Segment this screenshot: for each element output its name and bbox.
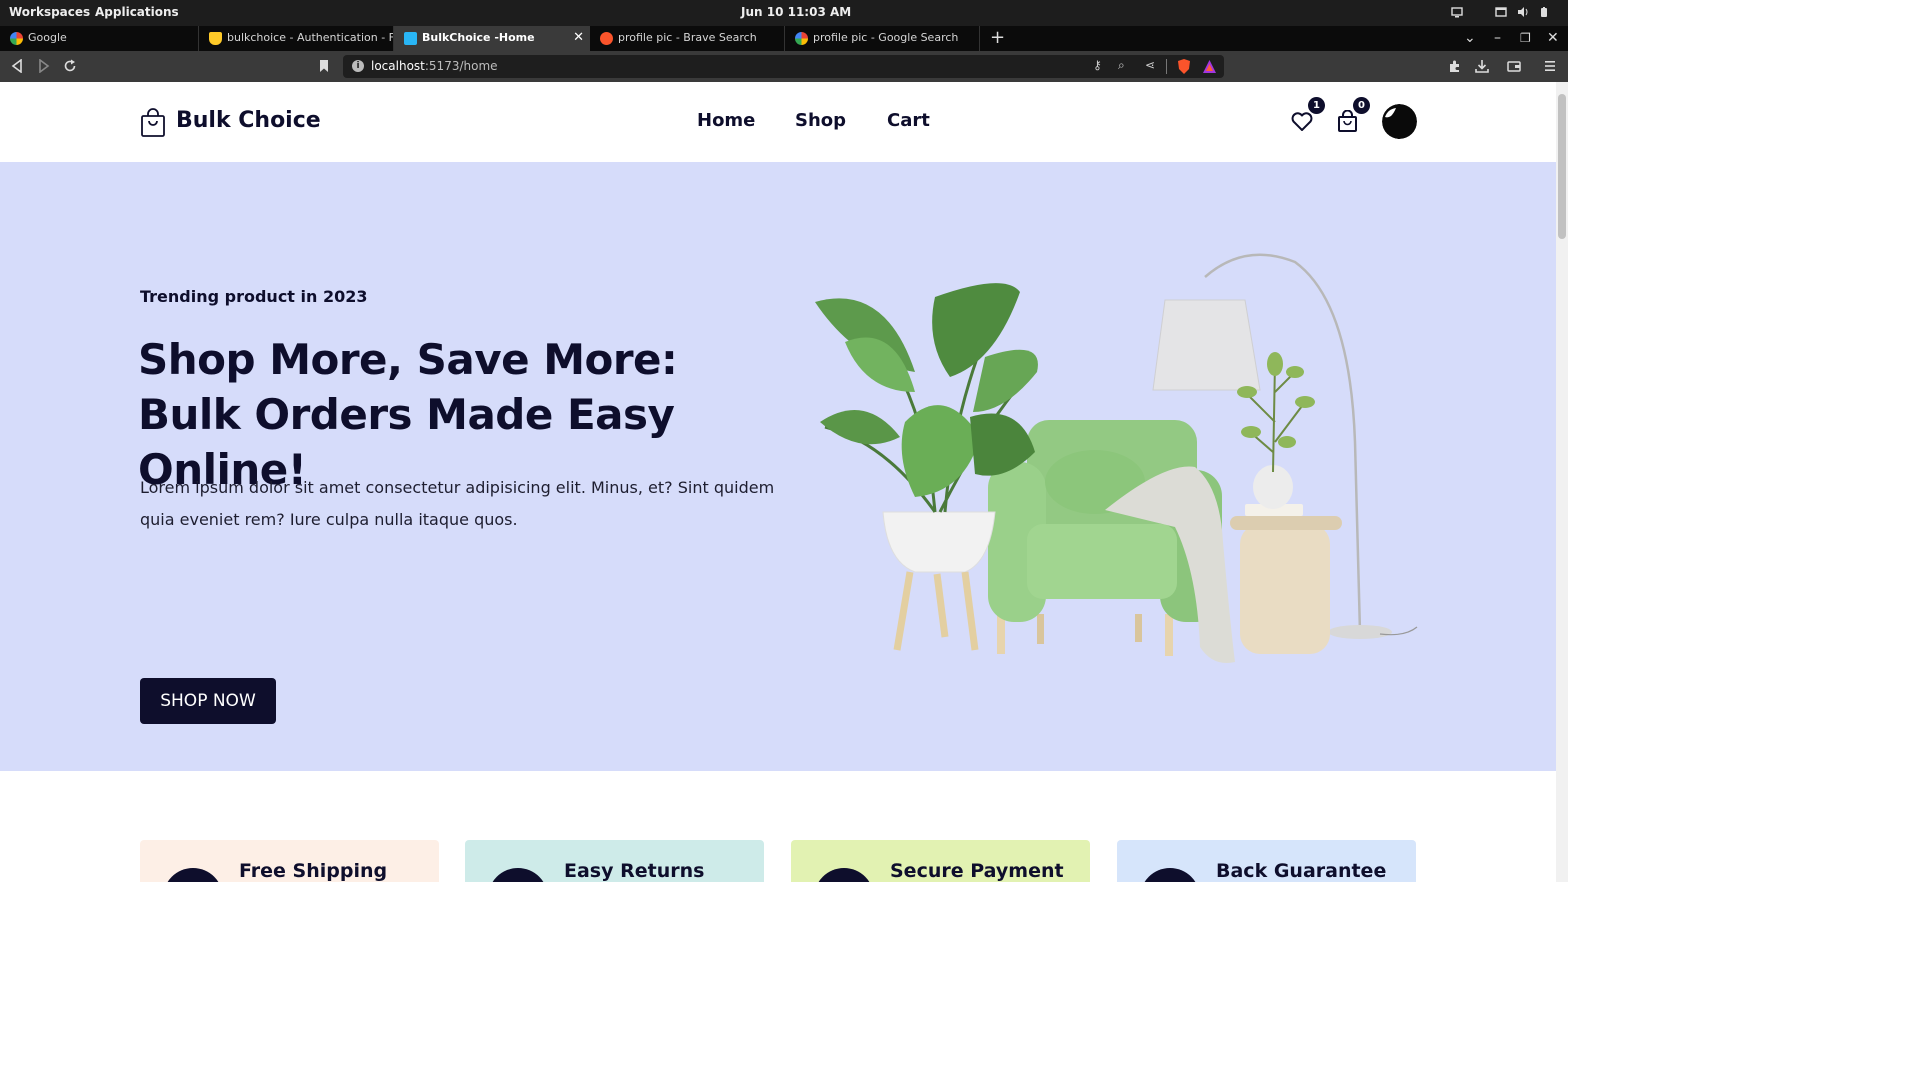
returns-icon [488,868,548,882]
logo-text: Bulk Choice [176,108,321,133]
tab-list-chevron-icon[interactable]: ⌄ [1464,30,1476,46]
url-text[interactable]: localhost:5173/home [371,59,498,73]
site-header: Bulk Choice Home Shop Cart 1 0 [0,82,1556,162]
lamp-shade [1152,299,1261,391]
hero-description: Lorem ipsum dolor sit amet consectetur a… [140,478,775,529]
close-window-icon[interactable]: ✕ [1547,30,1559,46]
secure-payment-icon [814,868,874,882]
wishlist-count-badge: 1 [1308,97,1325,114]
hero-section: Trending product in 2023 Shop More, Save… [0,162,1556,771]
pot-stand [893,571,979,651]
service-title: Back Guarantee [1216,860,1387,882]
menu-icon[interactable] [1544,59,1556,73]
clock[interactable]: Jun 10 11:03 AM [741,5,851,19]
side-table [1240,524,1330,654]
tab-google-search[interactable]: profile pic - Google Search [785,26,980,51]
guarantee-icon [1140,868,1200,882]
tab-label: BulkChoice -Home [422,31,535,44]
minimize-window-icon[interactable]: – [1494,30,1501,46]
shopping-bag-logo-icon [141,108,165,137]
display-icon[interactable] [1451,6,1463,18]
zoom-icon[interactable]: ⌕ [1118,58,1125,73]
tab-label: profile pic - Google Search [813,31,959,44]
service-card-free-shipping: Free Shipping [140,840,439,882]
shop-now-button[interactable]: SHOP NOW [140,678,276,724]
back-icon[interactable] [11,59,23,73]
nav-cart[interactable]: Cart [887,110,930,131]
key-icon[interactable]: ⚷ [1093,58,1102,72]
cart-count-badge: 0 [1353,97,1370,114]
lamp-base [1328,625,1392,639]
extensions-icon[interactable] [1448,59,1462,73]
service-card-back-guarantee: Back Guarantee [1117,840,1416,882]
tab-label: profile pic - Brave Search [618,31,757,44]
hero-furniture-image [815,253,1418,663]
reload-icon[interactable] [63,59,77,73]
applications-menu[interactable]: Applications [95,5,179,19]
tab-google[interactable]: Google [0,26,199,51]
wishlist-heart-icon[interactable] [1291,112,1313,132]
workspaces-menu[interactable]: Workspaces [9,5,90,19]
volume-icon[interactable] [1517,6,1529,18]
close-tab-icon[interactable]: ✕ [573,30,584,45]
battery-icon[interactable] [1538,6,1550,18]
site-icon [404,32,417,45]
tab-label: bulkchoice - Authentication - Fire [227,31,394,44]
truck-icon [163,868,223,882]
brave-rewards-icon[interactable] [1202,59,1217,74]
tab-firebase[interactable]: bulkchoice - Authentication - Fire [199,26,394,51]
share-icon[interactable]: ⋖ [1145,58,1155,72]
divider [1166,59,1167,74]
tab-brave-search[interactable]: profile pic - Brave Search [590,26,785,51]
nav-home[interactable]: Home [697,110,755,131]
scrollbar-thumb[interactable] [1558,94,1566,239]
service-card-secure-payment: Secure Payment [791,840,1090,882]
user-avatar[interactable] [1382,104,1417,139]
address-bar[interactable]: i localhost:5173/home ⚷ ⌕ ⋖ [343,55,1224,78]
avatar-silhouette-icon [1382,104,1417,139]
hero-subtitle: Trending product in 2023 [140,287,368,306]
brave-icon [600,32,613,45]
nav-shop[interactable]: Shop [795,110,846,131]
brave-shields-icon[interactable] [1176,58,1192,75]
cart-bag-icon[interactable] [1337,110,1358,133]
side-table-top [1230,516,1342,530]
page-viewport: Bulk Choice Home Shop Cart 1 0 Trending … [0,82,1556,882]
tab-label: Google [28,31,67,44]
browser-toolbar: i localhost:5173/home ⚷ ⌕ ⋖ [0,51,1568,82]
service-title: Secure Payment [890,860,1064,882]
site-info-icon[interactable]: i [352,60,364,72]
os-top-bar: Workspaces Applications Jun 10 11:03 AM [0,0,1568,26]
browser-tab-strip: Google bulkchoice - Authentication - Fir… [0,26,1568,51]
plant-pot [882,511,996,573]
service-card-easy-returns: Easy Returns [465,840,764,882]
service-title: Free Shipping [239,860,388,882]
firebase-icon [209,32,222,45]
new-tab-button[interactable]: + [990,27,1005,48]
bookmark-icon[interactable] [319,59,329,73]
google-icon [795,32,808,45]
service-title: Easy Returns [564,860,705,882]
screen-icon[interactable] [1495,6,1507,18]
forward-icon[interactable] [38,59,50,73]
download-icon[interactable] [1475,59,1489,73]
tab-bulkchoice-home[interactable]: BulkChoice -Home ✕ [394,26,590,51]
maximize-window-icon[interactable]: ❐ [1520,31,1531,45]
google-icon [10,32,23,45]
wallet-icon[interactable] [1507,59,1521,73]
page-scrollbar[interactable] [1556,82,1568,882]
